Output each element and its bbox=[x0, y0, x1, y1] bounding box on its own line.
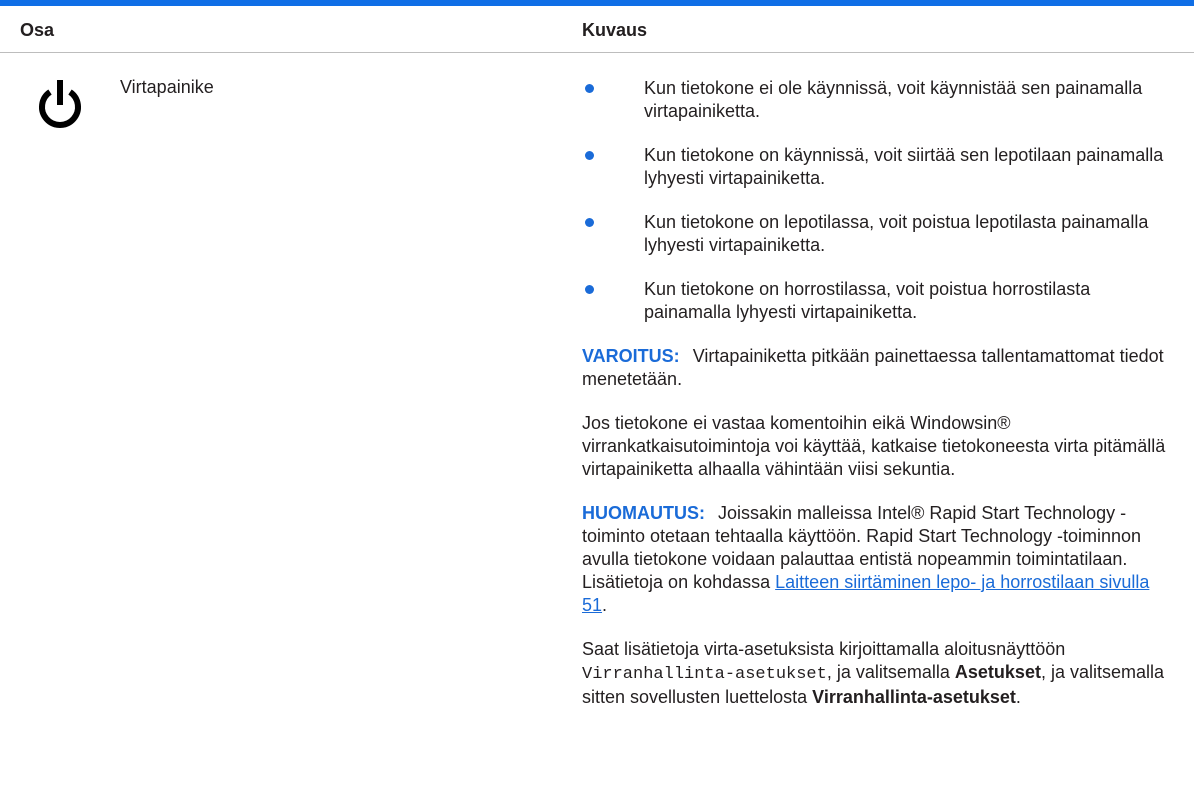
component-name: Virtapainike bbox=[120, 77, 214, 97]
bullet-icon bbox=[585, 218, 594, 227]
list-item-text: Kun tietokone on horrostilassa, voit poi… bbox=[644, 279, 1091, 322]
power-icon bbox=[39, 80, 81, 128]
list-item: Kun tietokone ei ole käynnissä, voit käy… bbox=[582, 77, 1172, 123]
settings-end: . bbox=[1015, 687, 1021, 707]
settings-command: Virranhallinta-asetukset bbox=[582, 665, 827, 684]
bullet-icon bbox=[585, 151, 594, 160]
settings-mid1: , ja valitsemalla bbox=[826, 662, 950, 682]
header-divider bbox=[0, 52, 1194, 53]
bullet-icon bbox=[585, 285, 594, 294]
column-header-description: Kuvaus bbox=[582, 20, 648, 40]
settings-bold1: Asetukset bbox=[954, 662, 1041, 682]
list-item-text: Kun tietokone on käynnissä, voit siirtää… bbox=[644, 145, 1164, 188]
table-header: Osa Kuvaus bbox=[0, 6, 1194, 52]
list-item: Kun tietokone on lepotilassa, voit poist… bbox=[582, 211, 1172, 257]
settings-paragraph: Saat lisätietoja virta-asetuksista kirjo… bbox=[582, 638, 1172, 709]
list-item-text: Kun tietokone on lepotilassa, voit poist… bbox=[644, 212, 1149, 255]
list-item: Kun tietokone on käynnissä, voit siirtää… bbox=[582, 144, 1172, 190]
list-item: Kun tietokone on horrostilassa, voit poi… bbox=[582, 278, 1172, 324]
column-header-component: Osa bbox=[20, 20, 55, 40]
note-paragraph: HUOMAUTUS: Joissakin malleissa Intel® Ra… bbox=[582, 502, 1172, 617]
warning-label: VAROITUS: bbox=[582, 346, 680, 366]
warning-paragraph: VAROITUS: Virtapainiketta pitkään painet… bbox=[582, 345, 1172, 391]
unresponsive-paragraph: Jos tietokone ei vastaa komentoihin eikä… bbox=[582, 413, 1166, 479]
bullet-list: Kun tietokone ei ole käynnissä, voit käy… bbox=[582, 77, 1172, 324]
bullet-icon bbox=[585, 84, 594, 93]
list-item-text: Kun tietokone ei ole käynnissä, voit käy… bbox=[644, 78, 1143, 121]
note-label: HUOMAUTUS: bbox=[582, 503, 705, 523]
note-end: . bbox=[602, 595, 608, 615]
description-cell: Kun tietokone ei ole käynnissä, voit käy… bbox=[582, 77, 1172, 730]
settings-intro: Saat lisätietoja virta-asetuksista kirjo… bbox=[582, 639, 1066, 659]
settings-bold2: Virranhallinta-asetukset bbox=[812, 687, 1016, 707]
